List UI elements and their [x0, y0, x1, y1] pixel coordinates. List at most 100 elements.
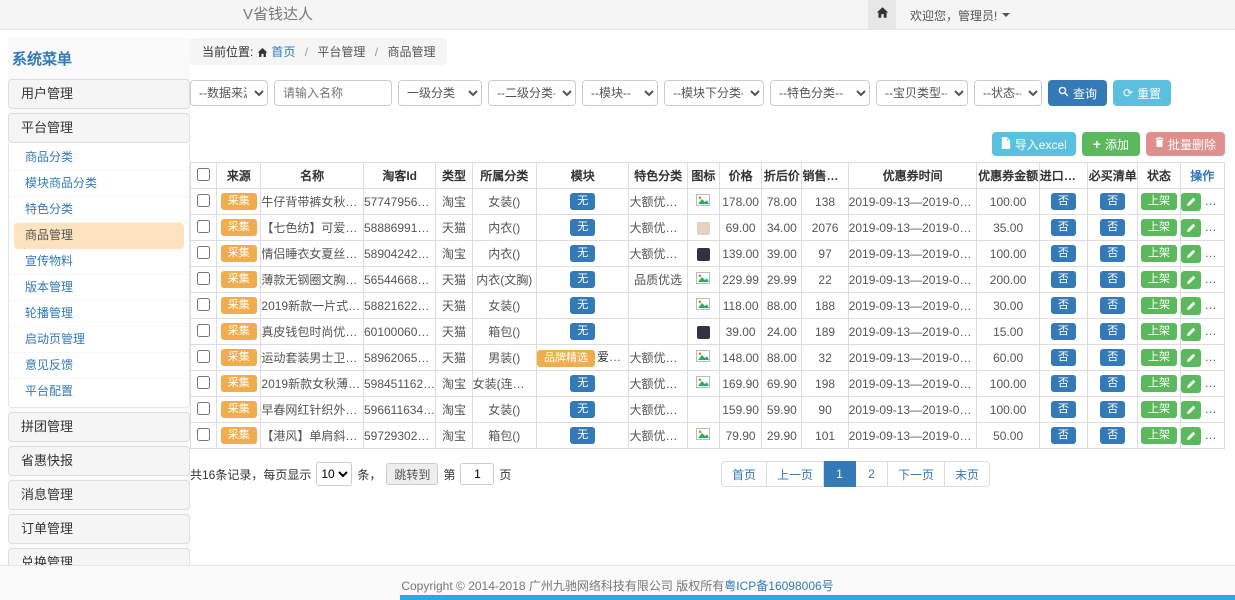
sidebar-item-1-0[interactable]: 商品分类	[9, 145, 189, 171]
status-badge[interactable]: 上架	[1141, 219, 1177, 236]
row-checkbox[interactable]	[197, 194, 210, 207]
filter-select-2[interactable]: --二级分类--	[488, 80, 576, 106]
edit-button[interactable]	[1181, 297, 1201, 315]
sidebar-group-2[interactable]: 拼团管理	[8, 412, 190, 442]
import-select-badge[interactable]: 否	[1051, 193, 1076, 210]
row-checkbox[interactable]	[197, 298, 210, 311]
batch-delete-button[interactable]: 批量删除	[1146, 132, 1225, 156]
must-buy-badge[interactable]: 否	[1100, 323, 1125, 340]
edit-button[interactable]	[1181, 349, 1201, 367]
must-buy-badge[interactable]: 否	[1100, 427, 1125, 444]
import-select-badge[interactable]: 否	[1051, 401, 1076, 418]
filter-select-0[interactable]: --数据来源--	[190, 80, 268, 106]
row-checkbox[interactable]	[197, 220, 210, 233]
icp-link[interactable]: 粤ICP备16098006号	[724, 579, 833, 593]
sidebar-group-6[interactable]: 兑换管理	[8, 548, 190, 565]
first-page-button[interactable]: 首页	[721, 461, 767, 487]
filter-select-3[interactable]: --模块--	[582, 80, 658, 106]
must-buy-badge[interactable]: 否	[1100, 193, 1125, 210]
status-badge[interactable]: 上架	[1141, 349, 1177, 366]
edit-button[interactable]	[1181, 427, 1201, 445]
sidebar-group-5[interactable]: 订单管理	[8, 514, 190, 544]
import-select-badge[interactable]: 否	[1051, 349, 1076, 366]
breadcrumb-home-link[interactable]: 首页	[271, 45, 295, 59]
status-badge[interactable]: 上架	[1141, 401, 1177, 418]
import-select-badge[interactable]: 否	[1051, 245, 1076, 262]
row-checkbox[interactable]	[197, 350, 210, 363]
status-badge[interactable]: 上架	[1141, 193, 1177, 210]
must-buy-badge[interactable]: 否	[1100, 297, 1125, 314]
edit-button[interactable]	[1181, 245, 1201, 263]
sidebar-item-1-5[interactable]: 版本管理	[9, 275, 189, 301]
sales-count-cell: 90	[802, 397, 848, 423]
page-number-button[interactable]: 1	[824, 461, 856, 487]
sidebar-item-1-2[interactable]: 特色分类	[9, 197, 189, 223]
import-select-badge[interactable]: 否	[1051, 297, 1076, 314]
column-header-12: 优惠券金额	[977, 163, 1039, 189]
sidebar-group-3[interactable]: 省惠快报	[8, 446, 190, 476]
name-search-input[interactable]	[274, 80, 392, 106]
row-checkbox[interactable]	[197, 272, 210, 285]
reset-button[interactable]: ⟳ 重置	[1113, 80, 1171, 106]
sidebar-item-1-4[interactable]: 宣传物料	[9, 249, 189, 275]
sidebar-item-1-6[interactable]: 轮播管理	[9, 301, 189, 327]
refresh-icon: ⟳	[1123, 86, 1133, 100]
sidebar-item-1-9[interactable]: 平台配置	[9, 379, 189, 405]
sidebar-group-1[interactable]: 平台管理	[8, 113, 190, 143]
sidebar-item-1-3[interactable]: 商品管理	[14, 223, 184, 249]
home-button[interactable]	[868, 0, 896, 30]
row-checkbox[interactable]	[197, 376, 210, 389]
next-page-button[interactable]: 下一页	[888, 461, 945, 487]
feature-category-cell: 大额优惠券	[629, 345, 687, 371]
status-badge[interactable]: 上架	[1141, 271, 1177, 288]
filter-select-7[interactable]: --状态--	[974, 80, 1042, 106]
prev-page-button[interactable]: 上一页	[767, 461, 824, 487]
sidebar-group-4[interactable]: 消息管理	[8, 480, 190, 510]
query-button[interactable]: 查询	[1048, 80, 1107, 106]
status-badge[interactable]: 上架	[1141, 323, 1177, 340]
must-buy-badge[interactable]: 否	[1100, 375, 1125, 392]
filter-select-1[interactable]: 一级分类	[398, 80, 482, 106]
sidebar-item-1-7[interactable]: 启动页管理	[9, 327, 189, 353]
row-checkbox[interactable]	[197, 428, 210, 441]
sidebar-group-0[interactable]: 用户管理	[8, 79, 190, 109]
must-buy-badge[interactable]: 否	[1100, 245, 1125, 262]
status-badge[interactable]: 上架	[1141, 245, 1177, 262]
import-select-badge[interactable]: 否	[1051, 219, 1076, 236]
must-buy-badge[interactable]: 否	[1100, 349, 1125, 366]
sidebar-item-1-8[interactable]: 意见反馈	[9, 353, 189, 379]
user-menu[interactable]: 欢迎您，管理员!	[910, 7, 1010, 24]
sidebar-item-1-1[interactable]: 模块商品分类	[9, 171, 189, 197]
row-checkbox[interactable]	[197, 324, 210, 337]
filter-select-5[interactable]: --特色分类--	[770, 80, 870, 106]
page-number-input[interactable]	[460, 463, 494, 485]
status-badge[interactable]: 上架	[1141, 297, 1177, 314]
edit-button[interactable]	[1181, 193, 1201, 211]
import-excel-button[interactable]: 导入excel	[992, 132, 1076, 156]
last-page-button[interactable]: 末页	[945, 461, 990, 487]
row-checkbox[interactable]	[197, 246, 210, 259]
edit-button[interactable]	[1181, 375, 1201, 393]
row-checkbox[interactable]	[197, 402, 210, 415]
edit-button[interactable]	[1181, 271, 1201, 289]
edit-button[interactable]	[1181, 323, 1201, 341]
edit-button[interactable]	[1181, 219, 1201, 237]
filter-select-6[interactable]: --宝贝类型--	[876, 80, 968, 106]
import-select-badge[interactable]: 否	[1051, 271, 1076, 288]
bottom-scrollbar[interactable]	[400, 595, 1235, 600]
add-button[interactable]: + 添加	[1082, 132, 1140, 156]
select-all-checkbox[interactable]	[197, 168, 210, 181]
must-buy-badge[interactable]: 否	[1100, 401, 1125, 418]
import-select-badge[interactable]: 否	[1051, 323, 1076, 340]
page-number-button[interactable]: 2	[856, 461, 888, 487]
must-buy-badge[interactable]: 否	[1100, 219, 1125, 236]
status-badge[interactable]: 上架	[1141, 375, 1177, 392]
filter-select-4[interactable]: --模块下分类--	[664, 80, 764, 106]
import-select-badge[interactable]: 否	[1051, 427, 1076, 444]
edit-button[interactable]	[1181, 401, 1201, 419]
per-page-select[interactable]: 10	[316, 462, 352, 486]
jump-button[interactable]: 跳转到	[386, 463, 438, 485]
status-badge[interactable]: 上架	[1141, 427, 1177, 444]
must-buy-badge[interactable]: 否	[1100, 271, 1125, 288]
import-select-badge[interactable]: 否	[1051, 375, 1076, 392]
